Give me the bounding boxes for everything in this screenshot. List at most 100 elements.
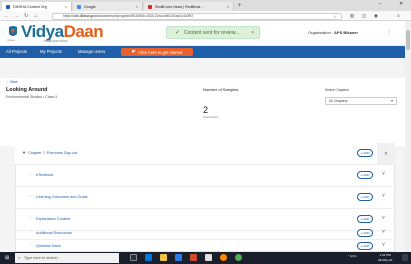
chevron-down-icon[interactable]: ˅ — [382, 215, 385, 221]
add-button[interactable]: + ADD — [357, 215, 373, 223]
library-icon[interactable]: ▥ — [350, 13, 354, 19]
close-tab-icon[interactable]: × — [136, 4, 138, 9]
caret-right-icon[interactable]: › — [30, 216, 31, 220]
section-title[interactable]: Explanation Content — [36, 217, 70, 221]
new-tab-button[interactable]: + — [238, 2, 242, 10]
taskbar-search[interactable]: ⌕ Type here to search — [15, 253, 119, 263]
browser-tab-rediff[interactable]: Rediff.com News | Rediffmai... × — [144, 2, 234, 11]
office-icon[interactable] — [190, 254, 197, 261]
num-samples-value: 2 — [203, 105, 209, 115]
url-bar[interactable]: https://vdn.diksha.gov.in/workbench/prog… — [52, 12, 342, 20]
caret-down-icon[interactable]: ▼ — [22, 150, 26, 155]
close-tab-icon[interactable]: × — [65, 4, 67, 9]
section-row: › Learning Outcomes and Goals + ADD ˅ — [15, 187, 395, 209]
caret-right-icon[interactable]: › — [30, 230, 31, 234]
caret-right-icon[interactable]: › — [30, 172, 31, 176]
store-icon[interactable] — [175, 254, 182, 261]
browser-tab-google[interactable]: Google × — [73, 2, 143, 11]
clock-time: 1:31 PM — [379, 253, 391, 257]
caret-right-icon[interactable]: › — [30, 194, 31, 198]
chapters-select[interactable]: All Chapters ▾ — [325, 97, 397, 105]
tab-label: Google — [84, 4, 96, 9]
chevron-down-icon[interactable]: ˅ — [382, 229, 385, 235]
profile-menu-icon[interactable]: ⋮ — [386, 29, 392, 36]
success-toast: ✓ Content sent for review... × — [166, 26, 260, 39]
check-icon: ✓ — [175, 30, 181, 36]
chrome-icon[interactable] — [235, 254, 242, 261]
windows-start-icon[interactable]: ⊞ — [5, 255, 9, 261]
task-view-icon[interactable] — [130, 254, 137, 261]
chapter-header-row: ▼ Chapter 7: Pomones Day out + ADD ˄ — [15, 143, 395, 165]
section-title[interactable]: Learning Outcomes and Goals — [36, 195, 88, 199]
nav-my-projects[interactable]: My Projects — [40, 49, 62, 54]
firefox-icon[interactable] — [220, 254, 227, 261]
add-button[interactable]: + ADD — [357, 229, 373, 237]
nav-all-projects[interactable]: All Projects — [6, 49, 27, 54]
add-label: ADD — [363, 244, 370, 248]
taskbar-search-placeholder: Type here to search — [24, 256, 58, 260]
section-row: › eTextbook + ADD ˅ — [15, 165, 395, 187]
tab-favicon-icon — [77, 4, 81, 9]
tab-favicon-icon — [6, 4, 10, 9]
logo-tagline: SHARE FOR NATION — [44, 40, 68, 43]
section-title[interactable]: Additional Resources — [36, 231, 72, 235]
close-tab-icon[interactable]: × — [227, 4, 229, 9]
logo-daan: Daan — [63, 22, 104, 41]
add-button[interactable]: + ADD — [357, 242, 373, 250]
browser-tab-diksha[interactable]: DIKSHA Content Org × — [2, 2, 72, 11]
page-scrollbar[interactable] — [405, 21, 411, 252]
edge-icon[interactable] — [145, 254, 152, 261]
back-link[interactable]: ← Back — [6, 80, 18, 84]
add-label: ADD — [363, 231, 370, 235]
file-explorer-icon[interactable] — [160, 254, 167, 261]
add-label: ADD — [363, 195, 370, 199]
collapse-toggle[interactable]: ˄ — [377, 143, 395, 164]
reload-icon[interactable]: ↻ — [24, 13, 28, 19]
num-samples-caption: Total Content — [203, 116, 219, 119]
chevron-down-icon[interactable]: ˅ — [382, 193, 385, 199]
chapter-title[interactable]: Chapter 7: Pomones Day out — [28, 151, 77, 155]
forward-arrow-icon[interactable]: → — [14, 13, 19, 19]
menu-icon[interactable]: ≡ — [397, 13, 400, 18]
section-title[interactable]: eTextbook — [36, 173, 53, 177]
toast-close-icon[interactable]: × — [251, 30, 254, 36]
extension-icon[interactable]: ◉ — [374, 13, 378, 19]
add-button[interactable]: + ADD — [357, 171, 373, 179]
nav-manage-users[interactable]: Manage Users — [78, 49, 105, 54]
sidebar-icon[interactable]: ◫ — [362, 13, 366, 19]
url-host: vdn.diksha.gov.in — [73, 13, 100, 18]
section-row: › Additional Resources + ADD ˅ — [15, 226, 395, 240]
minimize-window-button[interactable]: – — [379, 1, 382, 7]
caret-right-icon[interactable]: › — [30, 243, 31, 247]
back-arrow-icon[interactable]: ← — [4, 13, 9, 19]
plus-icon: + — [360, 195, 363, 199]
bookmark-star-icon[interactable]: ☆ — [333, 14, 337, 19]
page-subtitle: Environmental Studies • Class 5 — [6, 95, 58, 99]
add-button[interactable]: + ADD — [357, 193, 373, 201]
diksha-logo-icon — [9, 26, 17, 36]
vidyadaan-logo[interactable]: VidyaDaan — [21, 22, 104, 41]
num-samples-label: Number of Samples — [203, 87, 239, 92]
plus-icon: + — [360, 244, 363, 248]
home-icon[interactable]: ⌂ — [34, 13, 37, 19]
mail-icon[interactable] — [205, 254, 212, 261]
org-label: Organisation : — [308, 30, 333, 35]
system-tray[interactable]: ^ ENG — [348, 254, 357, 258]
pointer-icon: ☛ — [131, 49, 137, 55]
plus-icon: + — [360, 151, 363, 155]
add-button[interactable]: + ADD — [357, 149, 373, 157]
organisation-label: Organisation : APS Bikaner — [308, 30, 358, 35]
get-started-button[interactable]: ☛ Click here to get started — [121, 48, 193, 56]
chevron-down-icon[interactable]: ˅ — [382, 242, 385, 248]
get-started-label: Click here to get started — [138, 49, 183, 55]
chevron-down-icon[interactable]: ˅ — [382, 171, 385, 177]
close-window-button[interactable]: ✕ — [399, 1, 403, 7]
search-icon: ⌕ — [18, 255, 21, 260]
logo-small-label: DIKSHA — [7, 40, 15, 42]
add-label: ADD — [363, 151, 370, 155]
plus-icon: + — [360, 217, 363, 221]
notifications-icon[interactable] — [402, 254, 408, 261]
taskbar-clock[interactable]: 1:31 PM 28-May-20 — [378, 253, 392, 262]
scrollbar-thumb[interactable] — [406, 30, 410, 50]
section-title[interactable]: Question Bank — [36, 244, 61, 248]
